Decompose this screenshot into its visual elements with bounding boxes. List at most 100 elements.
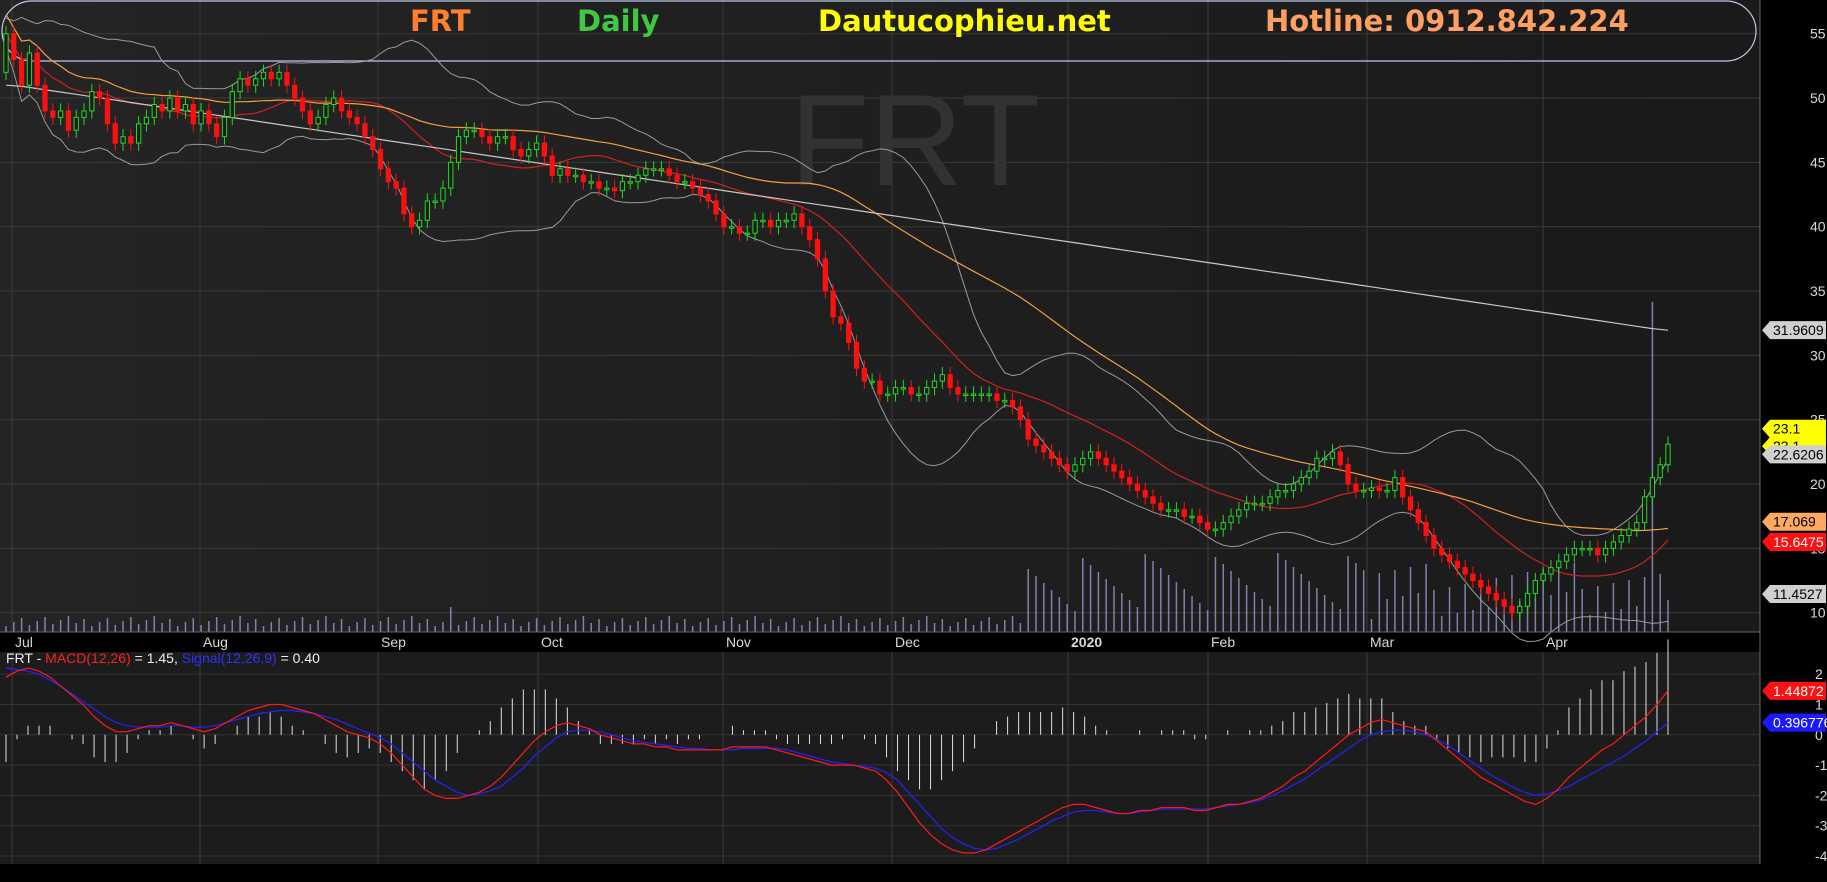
bb-lower-tag-text: 11.4527 [1773,586,1823,602]
site-label: Dautucophieu.net [818,4,1111,38]
candle-down [175,97,181,112]
candle-up [89,91,95,112]
candle-down [799,213,805,228]
candle-up [1361,489,1367,493]
candle-up [3,33,9,73]
candle-up [1579,547,1585,551]
candle-up [1165,509,1172,512]
candle-up [260,71,267,80]
candle-up [1173,509,1180,512]
candle-up [1532,580,1538,594]
candle-up [120,136,126,144]
candle-down [947,374,953,389]
candle-up [682,181,688,184]
candle-down [50,110,56,118]
candle-down [1478,580,1484,588]
macd-legend: FRT - MACD(12,26) = 1.45, Signal(12,26,9… [6,650,320,666]
candle-up [1657,464,1663,479]
x-tick-label: 2020 [1071,634,1102,650]
macd-panel [0,652,1760,864]
candle-down [245,78,251,86]
candle-up [900,387,906,390]
candle-down [1197,515,1203,524]
candle-down [479,129,485,138]
candle-down [705,194,711,202]
watermark-text: FRT [790,67,1040,213]
candle-up [221,116,228,138]
candle-down [565,168,571,176]
candle-down [611,187,618,192]
candle-up [978,393,984,396]
candle-down [1009,399,1016,408]
candle-down [1400,477,1406,498]
candle-down [580,174,587,183]
candle-down [1041,444,1047,453]
candle-up [760,219,766,223]
candle-down [1470,573,1476,582]
candle-down [1064,464,1070,472]
candle-up [572,174,579,178]
candle-down [1181,509,1187,517]
candle-down [713,200,719,215]
ma200-tag: 31.9609 [1762,321,1826,340]
candle-down [1337,451,1343,466]
candle-down [861,367,867,382]
candle-up [494,136,501,144]
x-tick-label: Nov [726,634,751,650]
candle-down [846,322,852,344]
candle-up [1259,502,1265,506]
candle-down [11,33,17,60]
candle-down [393,181,399,189]
bb-upper-tag-text: 22.6206 [1773,446,1824,462]
candle-down [541,142,548,157]
candle-down [487,136,493,144]
candle-up [650,168,657,171]
close-tag-text: 23.1 [1773,421,1800,437]
candle-up [970,393,977,396]
candle-up [1384,489,1390,493]
x-tick-label: Dec [895,634,920,650]
candle-down [1431,535,1437,549]
candle-up [1290,483,1297,491]
candle-up [229,91,235,118]
macd-y-tick-label: -1 [1815,757,1827,773]
candle-up [619,181,626,192]
candle-down [65,110,72,131]
close-tag: 23.1 [1762,419,1826,438]
candle-up [26,52,33,86]
candle-down [1119,470,1125,479]
candle-up [143,116,150,125]
candle-up [1298,477,1304,485]
candle-down [666,168,672,176]
candle-up [315,116,321,125]
candle-down [510,136,516,151]
candle-up [1548,567,1554,575]
candle-up [1368,487,1375,491]
stock-chart: FRT JulAugSepOctNovDec2020FebMarApr10152… [0,0,1827,882]
candle-up [1228,515,1234,524]
candle-up [1392,477,1398,491]
candle-down [1415,509,1421,524]
candle-up [1306,470,1312,479]
candle-down [1462,567,1468,575]
candle-up [1634,522,1640,530]
candle-down [736,226,743,234]
candle-down [955,387,961,395]
candle-down [1025,419,1031,440]
period-label: Daily [577,4,660,38]
candle-down [268,71,274,80]
candle-up [916,393,922,396]
candle-up [424,200,430,221]
candle-up [1220,522,1226,530]
candle-up [892,387,899,395]
candle-down [299,97,306,112]
y-tick-label: 45 [1810,154,1826,170]
candle-down [346,110,352,118]
symbol-label: FRT [410,4,471,38]
ma20-tag: 15.6475 [1762,533,1826,552]
candle-up [1080,457,1086,466]
candle-down [385,168,391,183]
candle-down [362,123,368,138]
macd-tag-text: 1.44872 [1773,683,1824,699]
candle-up [1626,528,1632,537]
